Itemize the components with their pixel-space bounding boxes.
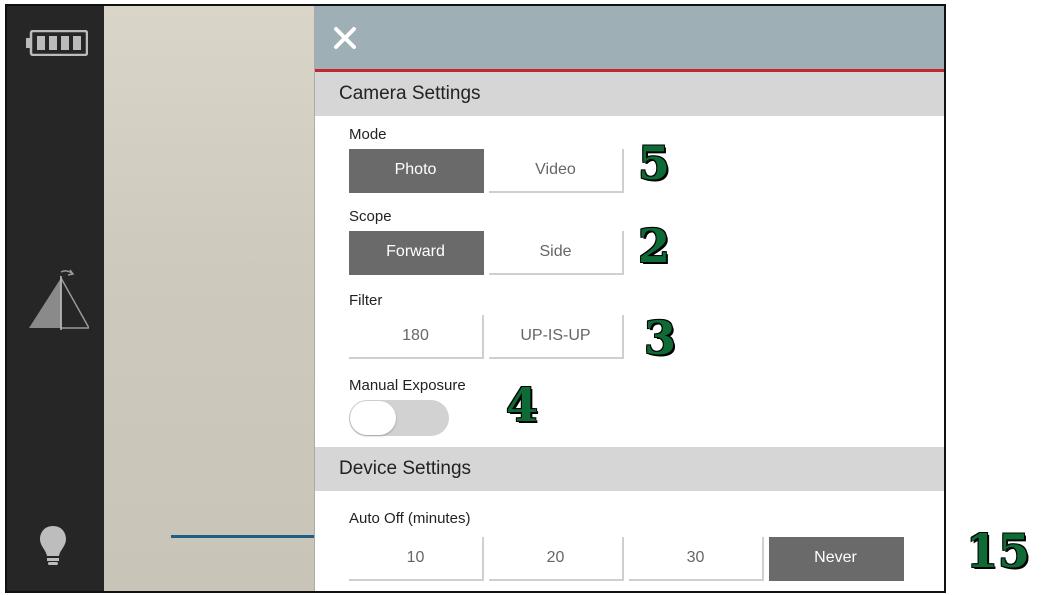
panel-header: [315, 6, 944, 72]
filter-group: Filter 180 UP-IS-UP: [349, 292, 629, 359]
mode-segmented-control: Photo Video: [349, 149, 629, 193]
battery-full-icon: [26, 29, 89, 61]
toggle-knob: [350, 401, 396, 435]
filter-segmented-control: 180 UP-IS-UP: [349, 315, 629, 359]
callout-mode: 5: [638, 136, 671, 190]
prism-rotate-icon[interactable]: [25, 268, 91, 337]
preview-guide-line: [171, 535, 321, 538]
camera-settings-title: Camera Settings: [315, 72, 944, 116]
scope-side-button[interactable]: Side: [489, 231, 624, 275]
auto-off-20-button[interactable]: 20: [489, 537, 624, 581]
settings-panel: Camera Settings Mode Photo Video Scope F…: [314, 6, 944, 591]
close-icon[interactable]: [331, 24, 359, 52]
device-settings-title: Device Settings: [315, 447, 944, 491]
auto-off-10-button[interactable]: 10: [349, 537, 484, 581]
left-rail: [7, 6, 104, 591]
camera-preview: [104, 6, 321, 591]
callout-exposure: 4: [506, 378, 539, 432]
manual-exposure-label: Manual Exposure: [349, 377, 466, 394]
scope-label: Scope: [349, 208, 392, 225]
app-window: Camera Settings Mode Photo Video Scope F…: [5, 4, 946, 593]
mode-video-button[interactable]: Video: [489, 149, 624, 193]
scope-group: Scope Forward Side: [349, 208, 629, 275]
auto-off-group: Auto Off (minutes) 10 20 30 Never: [349, 510, 909, 581]
auto-off-segmented-control: 10 20 30 Never: [349, 537, 909, 581]
callout-filter: 3: [644, 311, 677, 365]
mode-label: Mode: [349, 126, 387, 143]
scope-forward-button[interactable]: Forward: [349, 231, 484, 275]
manual-exposure-toggle[interactable]: [349, 400, 449, 436]
mode-group: Mode Photo Video: [349, 126, 629, 193]
lightbulb-icon[interactable]: [38, 524, 68, 573]
mode-photo-button[interactable]: Photo: [349, 149, 484, 193]
callout-auto-off: 15: [966, 524, 1031, 578]
callout-scope: 2: [638, 219, 671, 273]
filter-label: Filter: [349, 292, 383, 309]
auto-off-never-button[interactable]: Never: [769, 537, 904, 581]
filter-up-is-up-button[interactable]: UP-IS-UP: [489, 315, 624, 359]
scope-segmented-control: Forward Side: [349, 231, 629, 275]
auto-off-30-button[interactable]: 30: [629, 537, 764, 581]
auto-off-label: Auto Off (minutes): [349, 510, 471, 527]
filter-180-button[interactable]: 180: [349, 315, 484, 359]
manual-exposure-group: Manual Exposure: [349, 377, 466, 436]
